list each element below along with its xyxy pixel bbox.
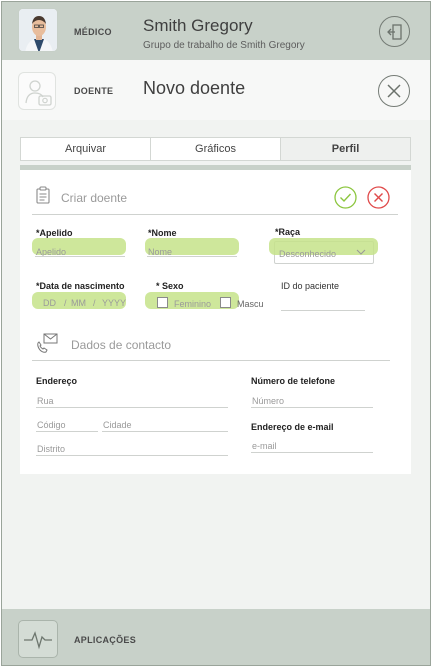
sex-female-label: Feminino — [174, 299, 212, 309]
doctor-header: MÉDICO Smith Gregory Grupo de trabalho d… — [2, 2, 430, 60]
close-circle-icon — [387, 84, 401, 98]
postcode-placeholder: Código — [37, 420, 66, 430]
email-placeholder: e-mail — [252, 441, 277, 451]
phone-input[interactable] — [251, 407, 373, 408]
apps-footer: APLICAÇÕES — [2, 609, 430, 665]
phone-mail-icon — [37, 333, 58, 353]
patient-header: DOENTE Novo doente — [2, 60, 430, 120]
clipboard-icon — [36, 186, 50, 204]
city-input[interactable] — [102, 431, 228, 432]
sex-label: * Sexo — [156, 281, 184, 291]
patient-camera-icon[interactable] — [18, 72, 56, 110]
confirm-button[interactable] — [334, 186, 357, 209]
doctor-avatar — [18, 8, 58, 52]
heartbeat-icon — [24, 631, 52, 650]
close-patient-button[interactable] — [378, 75, 410, 107]
street-placeholder: Rua — [37, 396, 54, 406]
doctor-name: Smith Gregory — [143, 16, 253, 35]
tab-perfil[interactable]: Perfil — [281, 138, 410, 160]
patient-title: Novo doente — [143, 78, 246, 98]
contact-divider — [32, 360, 390, 361]
dob-label: *Data de nascimento — [36, 281, 125, 291]
create-patient-form: Criar doente *Apelido Apelido *Nome Nome… — [20, 170, 411, 474]
apps-button[interactable] — [18, 620, 58, 658]
sex-female-checkbox[interactable] — [157, 297, 168, 308]
surname-label: *Apelido — [36, 228, 73, 238]
patient-tabs: Arquivar Gráficos Perfil — [20, 137, 411, 161]
surname-underline — [35, 256, 125, 257]
tab-graficos[interactable]: Gráficos — [151, 138, 281, 160]
dob-month: MM — [71, 298, 86, 308]
logout-door-icon — [386, 23, 402, 40]
logout-button[interactable] — [379, 16, 410, 47]
patient-id-input[interactable] — [281, 310, 365, 311]
dob-sep-2: / — [93, 298, 96, 308]
contact-header: Dados de contacto — [71, 338, 172, 352]
form-header: Criar doente — [61, 191, 128, 205]
chevron-down-icon — [356, 249, 366, 255]
dob-day: DD — [43, 298, 56, 308]
postcode-input[interactable] — [36, 431, 98, 432]
email-input[interactable] — [251, 452, 373, 453]
firstname-label: *Nome — [148, 228, 177, 238]
district-placeholder: Distrito — [37, 444, 66, 454]
dob-sep-1: / — [64, 298, 67, 308]
email-label: Endereço de e-mail — [251, 422, 334, 432]
race-value: Desconhecido — [279, 249, 337, 259]
address-label: Endereço — [36, 376, 78, 386]
city-placeholder: Cidade — [103, 420, 132, 430]
patient-id-label: ID do paciente — [281, 281, 340, 291]
firstname-underline — [147, 256, 237, 257]
apps-label: APLICAÇÕES — [74, 635, 137, 645]
district-input[interactable] — [36, 455, 228, 456]
app-window: MÉDICO Smith Gregory Grupo de trabalho d… — [1, 1, 431, 666]
tab-arquivar[interactable]: Arquivar — [21, 138, 151, 160]
doctor-role-label: MÉDICO — [74, 27, 112, 37]
dob-year: YYYY — [102, 298, 127, 308]
doctor-group: Grupo de trabalho de Smith Gregory — [143, 40, 305, 51]
phone-placeholder: Número — [252, 396, 285, 406]
patient-role-label: DOENTE — [74, 86, 114, 96]
street-input[interactable] — [36, 407, 228, 408]
race-label: *Raça — [275, 227, 301, 237]
phone-label: Número de telefone — [251, 376, 336, 386]
sex-male-checkbox[interactable] — [220, 297, 231, 308]
sex-male-label: Mascu — [237, 299, 264, 309]
cancel-button[interactable] — [367, 186, 390, 209]
form-header-divider — [32, 214, 398, 215]
